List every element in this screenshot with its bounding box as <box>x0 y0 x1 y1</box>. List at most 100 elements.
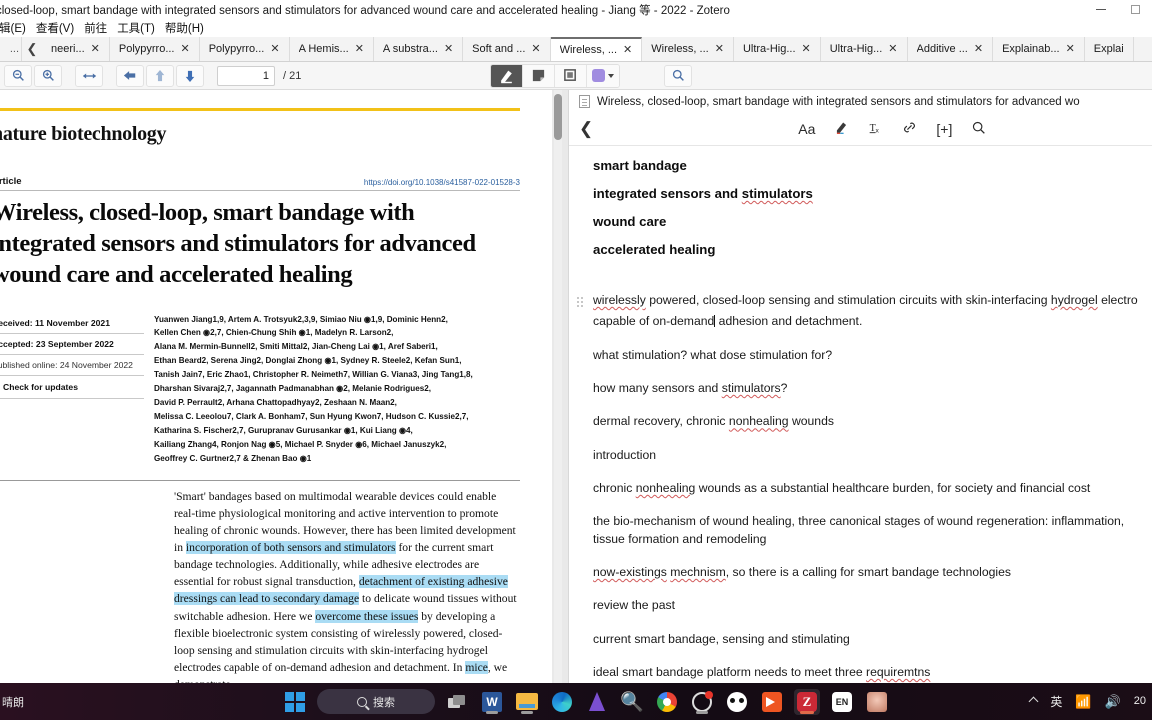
fit-width-icon[interactable] <box>75 64 103 87</box>
check-for-updates[interactable]: Check for updates <box>0 376 144 399</box>
menu-go[interactable]: 前往 <box>77 20 114 36</box>
tab-item[interactable]: neeri... ✕ <box>42 37 110 61</box>
tab-close-icon[interactable]: ✕ <box>355 43 364 55</box>
insert-citation-icon[interactable]: [+] <box>936 122 952 136</box>
pdf-viewer-pane[interactable]: nature biotechnology Article https://doi… <box>0 90 568 683</box>
ime-icon[interactable]: EN <box>829 689 855 715</box>
tab-close-icon[interactable]: ✕ <box>1066 43 1075 55</box>
volume-icon[interactable]: 🔊 <box>1105 694 1121 710</box>
tab-item[interactable]: Polypyrro... ✕ <box>199 37 290 61</box>
document-icon <box>579 95 590 108</box>
clock[interactable]: 20 <box>1134 695 1146 707</box>
windows-start-icon[interactable] <box>282 689 308 715</box>
tab-item[interactable]: Ultra-Hig... ✕ <box>820 37 908 61</box>
notes-header-title: Wireless, closed-loop, smart bandage wit… <box>597 95 1080 108</box>
edge-icon[interactable] <box>549 689 575 715</box>
tab-item[interactable]: A substra... ✕ <box>373 37 464 61</box>
tab-item[interactable]: Explainab... ✕ <box>993 37 1085 61</box>
tab-close-icon[interactable]: ✕ <box>974 43 983 55</box>
obsidian-icon[interactable] <box>584 689 610 715</box>
tab-scroll-left-icon[interactable]: ❮ <box>22 37 42 61</box>
abstract-text[interactable]: 'Smart' bandages based on multimodal wea… <box>174 488 520 683</box>
drag-handle[interactable] <box>577 297 583 307</box>
abstract-highlight[interactable]: incorporation of both sensors and stimul… <box>185 541 396 555</box>
tab-close-icon[interactable]: ✕ <box>715 43 724 55</box>
note-paragraph: ideal smart bandage platform needs to me… <box>593 664 931 679</box>
menu-tools[interactable]: 工具(T) <box>110 20 162 36</box>
chevron-up-icon[interactable] <box>1028 696 1039 707</box>
ime-indicator[interactable]: 英 <box>1050 693 1062 710</box>
potplayer-icon[interactable] <box>724 689 750 715</box>
spellcheck-word: stimulators <box>721 380 781 395</box>
tab-close-icon[interactable]: ✕ <box>802 43 811 55</box>
doi-link[interactable]: https://doi.org/10.1038/s41587-022-01528… <box>364 178 520 187</box>
obsidian-glyph <box>589 692 605 711</box>
tab-item[interactable]: Wireless, ... ✕ <box>642 37 734 61</box>
minimize-button[interactable] <box>1084 0 1118 19</box>
abstract-highlight[interactable]: mice <box>465 661 488 675</box>
tab-close-icon[interactable]: ✕ <box>531 43 540 55</box>
zoom-out-icon[interactable] <box>4 64 32 87</box>
arrow-left-icon[interactable] <box>116 64 144 87</box>
highlighter-icon[interactable] <box>834 120 849 137</box>
tab-close-icon[interactable]: ✕ <box>623 44 632 56</box>
page-number-input[interactable]: 1 <box>217 65 275 86</box>
menu-view[interactable]: 查看(V) <box>29 20 81 36</box>
weather-widget[interactable]: 晴朗 <box>2 694 24 710</box>
tab-item[interactable]: Ultra-Hig... ✕ <box>733 37 821 61</box>
highlighter-icon[interactable] <box>491 64 524 87</box>
note-quote-line: wirelessly powered, closed-loop sensing … <box>593 293 1138 307</box>
arrow-down-icon[interactable] <box>176 64 204 87</box>
menu-help[interactable]: 帮助(H) <box>158 20 211 36</box>
tab-close-icon[interactable]: ✕ <box>888 43 897 55</box>
sticky-note-icon[interactable] <box>523 64 556 87</box>
area-select-icon[interactable] <box>555 64 588 87</box>
tab-close-icon[interactable]: ✕ <box>444 43 453 55</box>
search-everything-icon[interactable]: 🔍 <box>619 689 645 715</box>
tab-close-icon[interactable]: ✕ <box>181 43 190 55</box>
note-quote-text: capable of on-demand adhesion and detach… <box>593 314 863 329</box>
chevron-left-icon[interactable]: ❮ <box>579 120 593 137</box>
obs-glyph <box>692 690 713 712</box>
chrome-icon[interactable] <box>654 689 680 715</box>
clear-format-icon[interactable]: Tx <box>868 120 883 137</box>
avatar-icon[interactable] <box>864 689 890 715</box>
premiere-icon[interactable] <box>759 689 785 715</box>
tab-item-active[interactable]: Wireless, ... ✕ <box>550 37 643 61</box>
file-explorer-icon[interactable] <box>514 689 540 715</box>
tab-close-icon[interactable]: ✕ <box>91 43 100 55</box>
tab-item[interactable]: Explai <box>1084 37 1134 61</box>
taskbar-search[interactable]: 搜索 <box>317 689 435 714</box>
search-placeholder: 搜索 <box>373 696 395 709</box>
arrow-up-icon[interactable] <box>146 64 174 87</box>
search-icon[interactable] <box>664 64 693 87</box>
author-line: David P. Perrault2, Arhana Chattopadhyay… <box>154 398 397 408</box>
tab-item[interactable]: Polypyrro... ✕ <box>109 37 200 61</box>
tab-item[interactable]: Soft and ... ✕ <box>463 37 551 61</box>
wifi-icon[interactable]: 📶 <box>1075 694 1091 710</box>
author-line: Katharina S. Fischer2,7, Gurupranav Guru… <box>154 425 413 435</box>
task-view-icon[interactable] <box>444 689 470 715</box>
format-text-icon[interactable]: Aa <box>798 122 815 136</box>
tab-item[interactable]: A Hemis... ✕ <box>289 37 374 61</box>
premiere-glyph <box>762 691 782 712</box>
journal-logo: nature biotechnology <box>0 123 167 145</box>
chevron-down-icon <box>608 73 615 78</box>
windows-taskbar: 晴朗 搜索 W 🔍 Z EN 英 📶 🔊 20 <box>0 683 1152 720</box>
pdf-scrollbar[interactable] <box>554 90 562 683</box>
link-icon[interactable] <box>902 120 917 137</box>
zoom-in-icon[interactable] <box>34 64 62 87</box>
abstract-highlight[interactable]: overcome these issues <box>315 609 419 623</box>
annotation-color-picker[interactable] <box>587 64 620 87</box>
maximize-button[interactable] <box>1118 0 1152 19</box>
notes-body[interactable]: smart bandage integrated sensors and sti… <box>569 146 1152 683</box>
note-heading: smart bandage <box>593 158 687 173</box>
search-icon[interactable] <box>971 120 986 137</box>
taskbar-items: 搜索 W 🔍 Z EN <box>282 688 890 715</box>
word-icon[interactable]: W <box>479 689 505 715</box>
pdf-scrollbar-thumb[interactable] <box>554 94 562 140</box>
tab-item[interactable]: Additive ... ✕ <box>907 37 994 61</box>
obs-studio-icon[interactable] <box>689 689 715 715</box>
zotero-icon[interactable]: Z <box>794 688 820 715</box>
tab-close-icon[interactable]: ✕ <box>270 43 279 55</box>
